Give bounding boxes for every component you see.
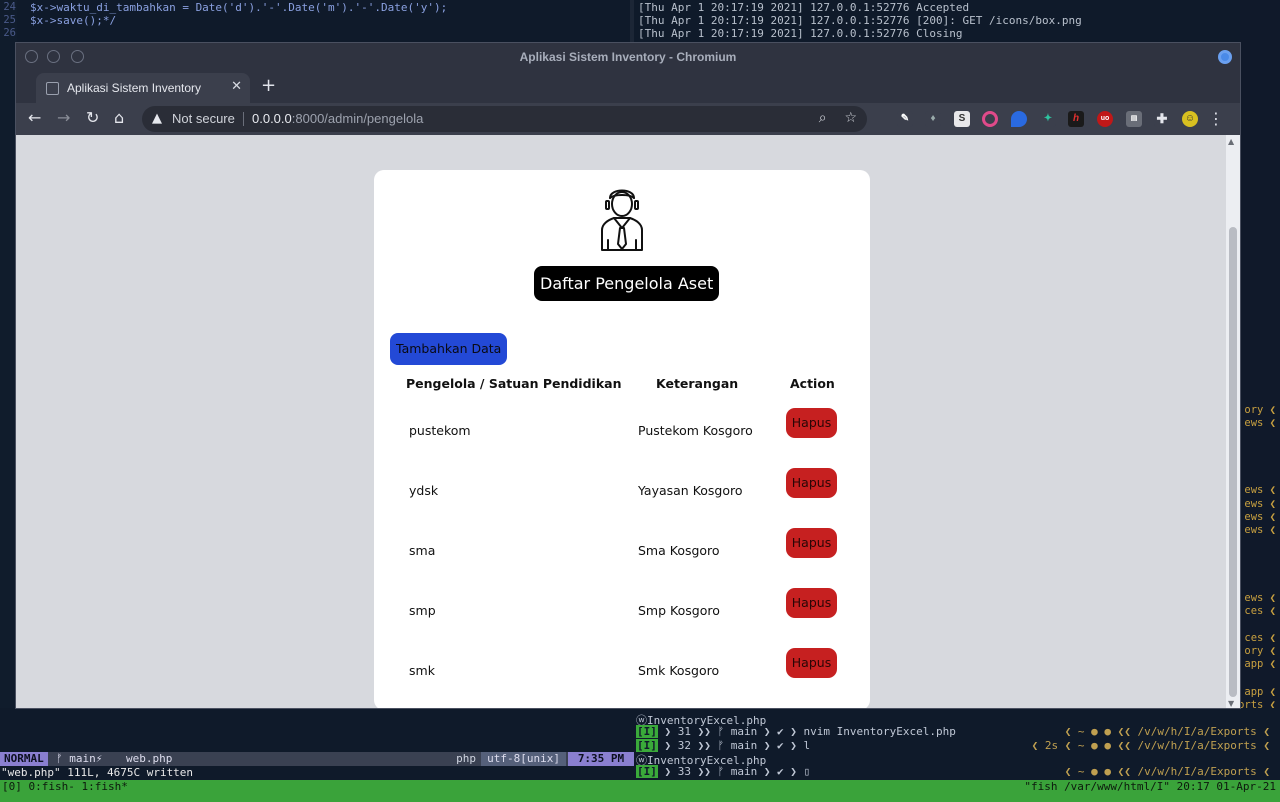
fish-right-prompt: ❮ ~ ● ● ❮❮ /v/w/h/I/a/Exports ❮ bbox=[1064, 765, 1270, 778]
tab-strip: Aplikasi Sistem Inventory ✕ + bbox=[16, 71, 1240, 103]
home-icon[interactable]: ⌂ bbox=[114, 109, 124, 127]
page-heading: Daftar Pengelola Aset bbox=[534, 266, 720, 301]
scroll-down-arrow-icon[interactable]: ▼ bbox=[1228, 699, 1234, 708]
tmux-windows[interactable]: [0] 0:fish- 1:fish* bbox=[2, 780, 128, 794]
server-log-line: [Thu Apr 1 20:17:19 2021] 127.0.0.1:5277… bbox=[638, 27, 963, 40]
vim-cmdline: "web.php" 111L, 4675C written bbox=[0, 766, 634, 780]
address-bar[interactable]: ▲ Not secure 0.0.0.0:8000/admin/pengelol… bbox=[142, 106, 867, 132]
add-data-button[interactable]: Tambahkan Data bbox=[390, 333, 508, 365]
fish-right-prompt: ❮ 2s ❮ ~ ● ● ❮❮ /v/w/h/I/a/Exports ❮ bbox=[1031, 739, 1270, 752]
page-viewport: Daftar Pengelola Aset Tambahkan Data Pen… bbox=[16, 135, 1226, 708]
fish-terminal: ⓦInventoryExcel.php [I] ❯ 31 ❯❯ ᚠ main ❯… bbox=[634, 708, 1280, 780]
delete-button[interactable]: Hapus bbox=[786, 408, 837, 438]
tmux-status-right: "fish /var/www/html/I" 20:17 01-Apr-21 bbox=[1024, 780, 1276, 793]
close-tab-icon[interactable]: ✕ bbox=[231, 79, 242, 94]
window-title: Aplikasi Sistem Inventory - Chromium bbox=[519, 50, 737, 64]
zoom-icon[interactable]: ⌕ bbox=[819, 110, 827, 126]
profile-avatar[interactable]: ☺ bbox=[1182, 111, 1198, 127]
back-arrow-icon[interactable]: ← bbox=[28, 109, 41, 127]
vim-statusline: NORMAL ᚠ main⚡ web.php php utf-8[unix] 7… bbox=[0, 752, 634, 766]
server-log-line: [Thu Apr 1 20:17:19 2021] 127.0.0.1:5277… bbox=[638, 14, 1082, 27]
table-cell-note: Pustekom Kosgoro bbox=[638, 423, 753, 438]
delete-button[interactable]: Hapus bbox=[786, 648, 837, 678]
extension-icon[interactable] bbox=[1011, 111, 1027, 127]
extension-icon[interactable]: ▤ bbox=[1126, 111, 1142, 127]
reload-icon[interactable]: ↻ bbox=[86, 109, 99, 127]
vim-mode: NORMAL bbox=[0, 752, 48, 766]
scrollbar-thumb[interactable] bbox=[1229, 227, 1237, 697]
extension-icon[interactable]: h bbox=[1068, 111, 1084, 127]
manager-person-icon bbox=[601, 189, 643, 251]
box-favicon-icon bbox=[46, 82, 59, 95]
column-header-note: Keterangan bbox=[656, 376, 739, 391]
table-cell-unit: sma bbox=[409, 543, 436, 558]
chromium-logo-icon bbox=[1218, 50, 1232, 64]
line-number: 24 bbox=[3, 1, 16, 13]
vim-buffer-bottom bbox=[0, 708, 634, 752]
forward-arrow-icon[interactable]: → bbox=[57, 109, 70, 127]
extension-icon[interactable]: ♦ bbox=[925, 111, 941, 127]
title-bar: Aplikasi Sistem Inventory - Chromium bbox=[16, 43, 1240, 71]
column-header-unit: Pengelola / Satuan Pendidikan bbox=[406, 376, 622, 391]
divider bbox=[243, 112, 244, 126]
table-cell-unit: smk bbox=[409, 663, 435, 678]
line-number: 26 bbox=[3, 27, 16, 39]
bookmark-star-icon[interactable]: ☆ bbox=[844, 110, 857, 126]
tmux-statusbar: [0] 0:fish- 1:fish* "fish /var/www/html/… bbox=[0, 780, 1280, 802]
table-cell-unit: ydsk bbox=[409, 483, 439, 498]
extension-icon[interactable]: uo bbox=[1097, 111, 1113, 127]
vertical-scrollbar[interactable]: ▲ ▼ bbox=[1226, 135, 1240, 708]
extension-icon[interactable]: ✎ bbox=[897, 111, 913, 127]
statusline-time: 7:35 PM bbox=[568, 752, 634, 766]
file-type: php bbox=[456, 752, 476, 765]
fish-prompt: [I] ❯ 31 ❯❯ ᚠ main ❯ ✔ ❯ nvim InventoryE… bbox=[636, 725, 956, 738]
extension-icon[interactable] bbox=[982, 111, 998, 127]
omnibox-actions: ⌕ ☆ bbox=[819, 110, 857, 126]
content-card: Daftar Pengelola Aset Tambahkan Data Pen… bbox=[374, 170, 870, 708]
table-cell-note: Smk Kosgoro bbox=[638, 663, 720, 678]
scroll-up-arrow-icon[interactable]: ▲ bbox=[1228, 137, 1234, 146]
server-log-line: [Thu Apr 1 20:17:19 2021] 127.0.0.1:5277… bbox=[638, 1, 970, 14]
background-terminal-pane: ory ❮ ews ❮ ews ❮ ews ❮ ews ❮ ews ❮ ews … bbox=[1240, 0, 1280, 752]
code-line: $x->waktu_di_tambahkan = Date('d').'-'.D… bbox=[30, 1, 448, 14]
kebab-menu-icon[interactable]: ⋮ bbox=[1208, 109, 1224, 128]
extension-icon[interactable]: S bbox=[954, 111, 970, 127]
tab-aplikasi-sistem-inventory[interactable]: Aplikasi Sistem Inventory ✕ bbox=[36, 73, 250, 103]
tab-title: Aplikasi Sistem Inventory bbox=[67, 81, 202, 95]
security-status[interactable]: Not secure bbox=[172, 111, 235, 126]
file-name: web.php bbox=[126, 752, 173, 765]
table-cell-note: Yayasan Kosgoro bbox=[638, 483, 743, 498]
fish-prompt[interactable]: [I] ❯ 33 ❯❯ ᚠ main ❯ ✔ ❯ ▯ bbox=[636, 765, 810, 778]
browser-toolbar: ← → ↻ ⌂ ▲ Not secure 0.0.0.0:8000/admin/… bbox=[16, 103, 1240, 135]
extension-icon[interactable]: ✦ bbox=[1040, 111, 1056, 127]
table-cell-unit: pustekom bbox=[409, 423, 471, 438]
delete-button[interactable]: Hapus bbox=[786, 468, 837, 498]
pane-divider bbox=[630, 0, 634, 42]
fish-right-prompt: ❮ ~ ● ● ❮❮ /v/w/h/I/a/Exports ❮ bbox=[1064, 725, 1270, 738]
line-number: 25 bbox=[3, 14, 16, 26]
puzzle-extensions-icon[interactable]: ✚ bbox=[1154, 111, 1170, 127]
git-branch: ᚠ main⚡ bbox=[56, 752, 103, 765]
new-tab-icon[interactable]: + bbox=[261, 75, 276, 96]
file-encoding: utf-8[unix] bbox=[481, 752, 566, 766]
table-cell-note: Sma Kosgoro bbox=[638, 543, 720, 558]
fish-prompt: [I] ❯ 32 ❯❯ ᚠ main ❯ ✔ ❯ l bbox=[636, 739, 811, 752]
code-line: $x->save();*/ bbox=[30, 14, 117, 27]
browser-window: Aplikasi Sistem Inventory - Chromium Apl… bbox=[15, 42, 1241, 709]
url-text[interactable]: 0.0.0.0:8000/admin/pengelola bbox=[252, 111, 423, 126]
column-header-action: Action bbox=[790, 376, 835, 391]
warning-triangle-icon[interactable]: ▲ bbox=[152, 111, 162, 126]
table-cell-unit: smp bbox=[409, 603, 436, 618]
delete-button[interactable]: Hapus bbox=[786, 528, 837, 558]
delete-button[interactable]: Hapus bbox=[786, 588, 837, 618]
table-cell-note: Smp Kosgoro bbox=[638, 603, 720, 618]
